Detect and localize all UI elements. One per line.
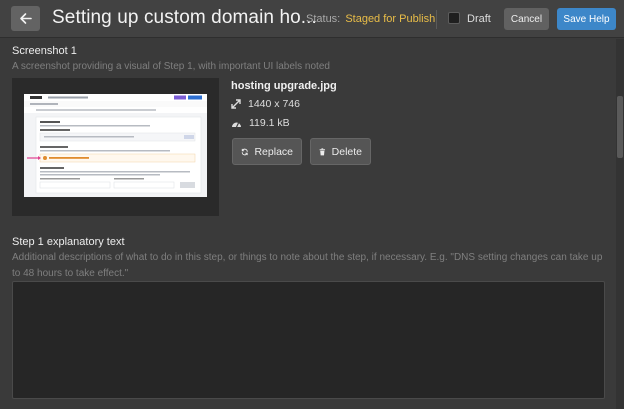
divider (436, 10, 437, 29)
delete-label: Delete (331, 145, 362, 158)
draft-label: Draft (467, 13, 491, 25)
replace-label: Replace (254, 145, 293, 158)
step-explanatory-textarea[interactable] (12, 281, 605, 399)
replace-button[interactable]: Replace (232, 138, 302, 165)
scrollbar-track[interactable] (616, 39, 624, 409)
status: Status: Staged for Publish (306, 13, 435, 25)
trash-icon (319, 147, 326, 155)
save-help-button[interactable]: Save Help (557, 8, 616, 30)
file-size: 119.1 kB (249, 117, 290, 129)
refresh-icon (241, 148, 248, 155)
back-button[interactable] (11, 6, 40, 31)
draft-checkbox[interactable] (448, 12, 460, 24)
cancel-button[interactable]: Cancel (504, 8, 549, 30)
file-name: hosting upgrade.jpg (231, 80, 337, 92)
thumbnail-image (24, 94, 207, 194)
delete-button[interactable]: Delete (310, 138, 371, 165)
step-section-title: Step 1 explanatory text (12, 236, 125, 248)
top-bar: Setting up custom domain ho... Status: S… (0, 0, 624, 38)
scrollbar-thumb[interactable] (617, 96, 623, 158)
screenshot-section-title: Screenshot 1 (12, 45, 77, 57)
file-dimensions-row: 1440 x 746 (231, 98, 300, 110)
status-label: Status: (306, 13, 341, 25)
file-dimensions: 1440 x 746 (248, 98, 300, 110)
expand-icon (231, 99, 241, 109)
step-section-description: Additional descriptions of what to do in… (12, 252, 603, 279)
page-title: Setting up custom domain ho... (52, 7, 317, 28)
screenshot-section-description: A screenshot providing a visual of Step … (12, 61, 330, 72)
file-size-row: 119.1 kB (231, 117, 290, 129)
speedometer-icon (232, 122, 241, 127)
screenshot-preview (12, 78, 219, 216)
status-value: Staged for Publish (345, 13, 436, 25)
screenshot-thumbnail (24, 94, 207, 197)
arrow-left-icon (20, 13, 32, 24)
